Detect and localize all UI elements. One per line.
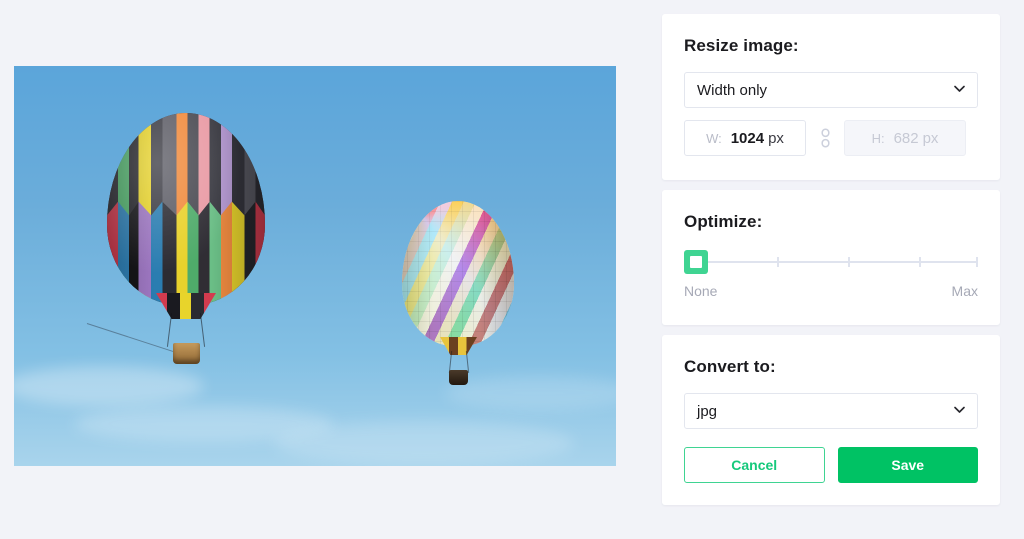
slider-min-label: None [684,283,718,299]
cancel-button[interactable]: Cancel [684,447,825,483]
height-label: H: [871,130,885,146]
balloon-cable [166,313,173,347]
height-unit: px [922,129,939,147]
action-buttons: Cancel Save [684,447,978,483]
width-value: 1024 [730,129,765,147]
broken-chain-link-icon[interactable] [806,128,844,148]
balloon-shading [402,201,514,346]
slider-handle[interactable] [684,250,708,274]
optimize-card: Optimize: None Max [662,190,1000,325]
chevron-down-icon [954,85,965,94]
striped-balloon [86,113,265,373]
height-value: 682 [893,129,919,147]
settings-column: Resize image: Width only W: 1024 px H: 6… [662,14,1000,505]
slider-max-label: Max [951,283,978,299]
height-field: H: 682 px [844,120,966,156]
slider-tick [919,257,921,267]
image-preview[interactable] [14,66,616,466]
balloon-envelope [402,201,514,346]
resize-title: Resize image: [684,36,799,55]
width-label: W: [706,130,722,146]
convert-format-select[interactable]: jpg [684,393,978,429]
balloon-skirt [440,337,477,355]
optimize-title: Optimize: [684,212,763,231]
chevron-down-icon [954,406,965,415]
balloon-shading [107,113,265,305]
width-field[interactable]: W: 1024 px [684,120,806,156]
convert-card: Convert to: jpg Cancel Save [662,335,1000,505]
cloud-wisp [274,421,574,465]
slider-handle-inner [690,256,702,268]
resize-mode-select[interactable]: Width only [684,72,978,108]
dimension-row: W: 1024 px H: 682 px [684,120,978,156]
slider-tick [848,257,850,267]
slider-tick [976,257,978,267]
balloon-cable [199,313,206,347]
slider-track[interactable] [698,261,978,263]
patchwork-balloon [402,201,514,396]
slider-labels: None Max [684,283,978,299]
slider-tick [777,257,779,267]
balloon-basket [173,343,200,364]
save-button[interactable]: Save [837,447,978,483]
optimize-slider[interactable] [684,248,978,276]
resize-card: Resize image: Width only W: 1024 px H: 6… [662,14,1000,180]
balloon-basket [449,370,468,385]
balloon-skirt [156,293,216,319]
image-preview-pane [0,0,640,539]
balloon-envelope [107,113,265,305]
convert-format-value: jpg [697,402,718,420]
width-unit: px [768,129,784,147]
resize-mode-value: Width only [697,81,768,99]
convert-title: Convert to: [684,357,776,376]
